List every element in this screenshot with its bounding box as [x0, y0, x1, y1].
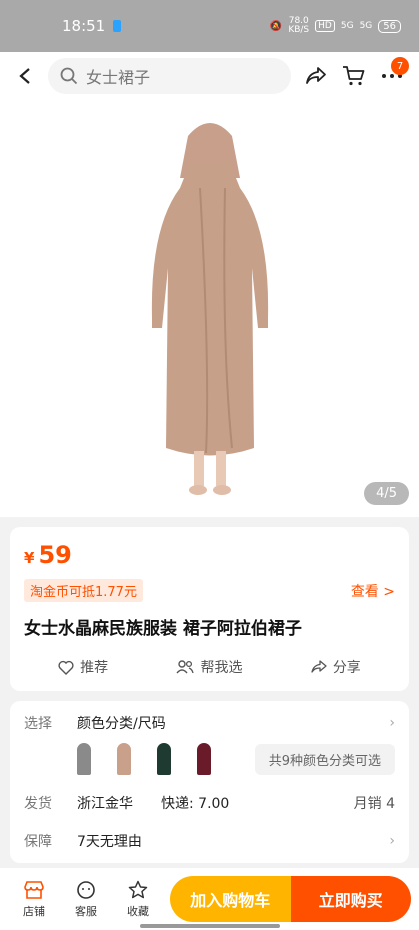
bottom-action-bar: 店铺 客服 收藏 加入购物车 立即购买: [0, 868, 419, 930]
color-thumb-tan[interactable]: [117, 743, 131, 775]
share-button[interactable]: [303, 63, 329, 89]
ship-from: 浙江金华: [77, 796, 133, 812]
color-thumbnails: 共9种颜色分类可选: [77, 743, 395, 775]
cart-icon: [343, 66, 365, 86]
store-tab[interactable]: 店铺: [8, 880, 60, 919]
shipping-row: 发货 浙江金华 快递: 7.00 月销 4: [24, 793, 395, 813]
chat-icon: [77, 880, 95, 899]
mute-icon: 🔕: [269, 20, 283, 32]
notification-icon: [113, 20, 122, 32]
status-icons: 🔕 78.0 KB/S HD 5G 5G 56: [270, 17, 401, 35]
store-icon: [24, 880, 44, 899]
spec-card: 选择 颜色分类/尺码 › 共9种颜色分类可选 发货 浙江金华 快递: 7.00 …: [10, 701, 409, 863]
product-image-gallery[interactable]: 4/5: [0, 100, 419, 517]
help-me-choose-button[interactable]: 帮我选: [176, 657, 242, 677]
favorite-tab[interactable]: 收藏: [112, 880, 164, 919]
favorite-label: 收藏: [127, 904, 149, 918]
cta-group: 加入购物车 立即购买: [170, 876, 411, 922]
select-value: 颜色分类/尺码: [77, 716, 166, 732]
monthly-sales: 月销 4: [353, 796, 395, 812]
share-icon: [311, 660, 327, 673]
hd-icon: HD: [315, 20, 335, 32]
network-speed: 78.0 KB/S: [288, 17, 309, 35]
more-button[interactable]: 7: [379, 57, 409, 89]
top-nav: 女士裙子 7: [0, 52, 419, 100]
price-card: ¥59 淘金币可抵1.77元 查看 > 女士水晶麻民族服装 裙子阿拉伯裙子 推荐…: [10, 527, 409, 691]
color-thumb-gray[interactable]: [77, 743, 91, 775]
battery-icon: 56: [378, 19, 401, 33]
people-icon: [176, 660, 195, 674]
store-tab-label: 店铺: [23, 904, 45, 918]
product-title: 女士水晶麻民族服装 裙子阿拉伯裙子: [24, 619, 302, 639]
status-bar: 18:51 🔕 78.0 KB/S HD 5G 5G 56: [0, 0, 419, 52]
coin-discount-tag: 淘金币可抵1.77元: [24, 579, 143, 602]
speed-unit: KB/S: [288, 25, 310, 35]
share-label: 分享: [332, 660, 361, 676]
search-icon: [60, 67, 78, 85]
help-me-choose-label: 帮我选: [200, 660, 243, 676]
currency-symbol: ¥: [24, 549, 35, 567]
express-fee: 快递: 7.00: [161, 796, 230, 812]
recommend-button[interactable]: 推荐: [58, 657, 108, 677]
share-action-button[interactable]: 分享: [311, 657, 361, 677]
ship-label: 发货: [24, 796, 52, 812]
chevron-right-icon: ›: [389, 715, 395, 731]
image-pager: 4/5: [364, 482, 409, 505]
guarantee-label: 保障: [24, 834, 52, 850]
select-row[interactable]: 选择 颜色分类/尺码 ›: [24, 713, 395, 733]
signal-icon-2: 5G: [359, 21, 373, 31]
buy-now-button[interactable]: 立即购买: [290, 876, 411, 922]
search-input[interactable]: 女士裙子: [48, 58, 291, 94]
product-actions: 推荐 帮我选 分享: [24, 657, 395, 683]
back-button[interactable]: [14, 65, 36, 87]
search-placeholder: 女士裙子: [86, 68, 151, 87]
share-icon: [306, 67, 326, 84]
status-time: 18:51: [62, 17, 106, 35]
star-icon: [128, 880, 148, 898]
chevron-right-icon: ›: [389, 833, 395, 849]
view-link[interactable]: 查看 >: [351, 581, 395, 601]
home-indicator: [140, 924, 280, 928]
price: ¥59: [24, 541, 395, 569]
message-badge: 7: [391, 57, 409, 75]
signal-icon: 5G: [340, 21, 354, 31]
recommend-label: 推荐: [80, 660, 109, 676]
guarantee-value: 7天无理由: [77, 834, 142, 850]
select-label: 选择: [24, 716, 52, 732]
customer-service-tab[interactable]: 客服: [60, 880, 112, 919]
price-value: 59: [38, 541, 72, 569]
more-colors-button[interactable]: 共9种颜色分类可选: [254, 743, 395, 775]
add-to-cart-button[interactable]: 加入购物车: [170, 876, 291, 922]
guarantee-row[interactable]: 保障 7天无理由 ›: [24, 831, 395, 851]
color-thumb-green[interactable]: [157, 743, 171, 775]
chevron-left-icon: [19, 68, 30, 84]
cart-button[interactable]: [341, 63, 367, 89]
color-thumb-maroon[interactable]: [197, 743, 211, 775]
heart-icon: [58, 660, 74, 675]
product-image: [151, 123, 268, 495]
coin-row: 淘金币可抵1.77元 查看 >: [24, 579, 395, 602]
customer-service-label: 客服: [75, 904, 97, 918]
